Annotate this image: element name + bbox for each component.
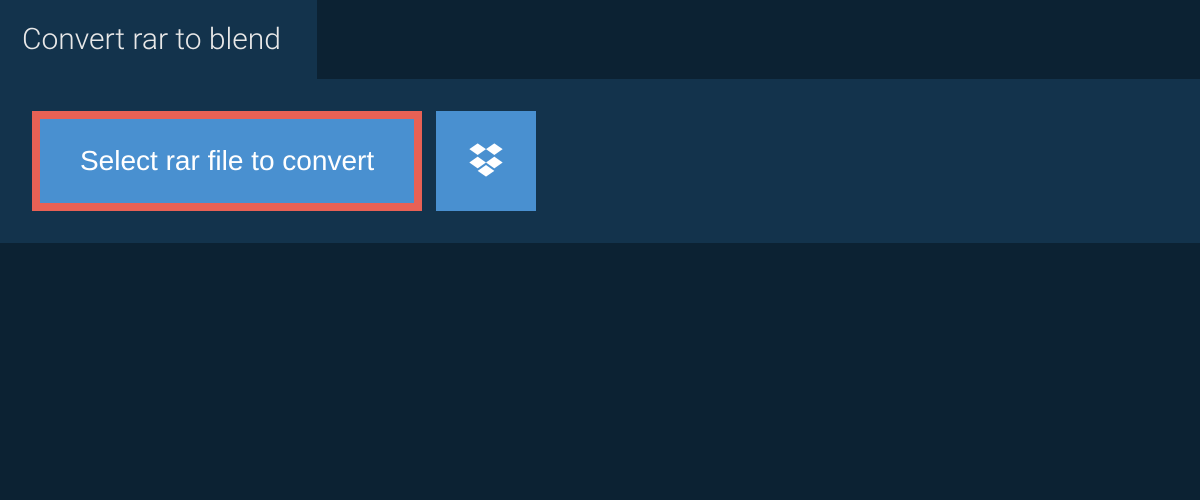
dropbox-button[interactable] [436, 111, 536, 211]
tab-convert[interactable]: Convert rar to blend [0, 0, 317, 79]
upload-panel: Select rar file to convert [0, 79, 1200, 243]
dropbox-icon [466, 140, 506, 183]
tab-bar: Convert rar to blend [0, 0, 1200, 79]
select-file-label: Select rar file to convert [80, 145, 374, 176]
select-file-highlight: Select rar file to convert [32, 111, 422, 211]
tab-title: Convert rar to blend [22, 22, 281, 57]
select-file-button[interactable]: Select rar file to convert [40, 119, 414, 203]
